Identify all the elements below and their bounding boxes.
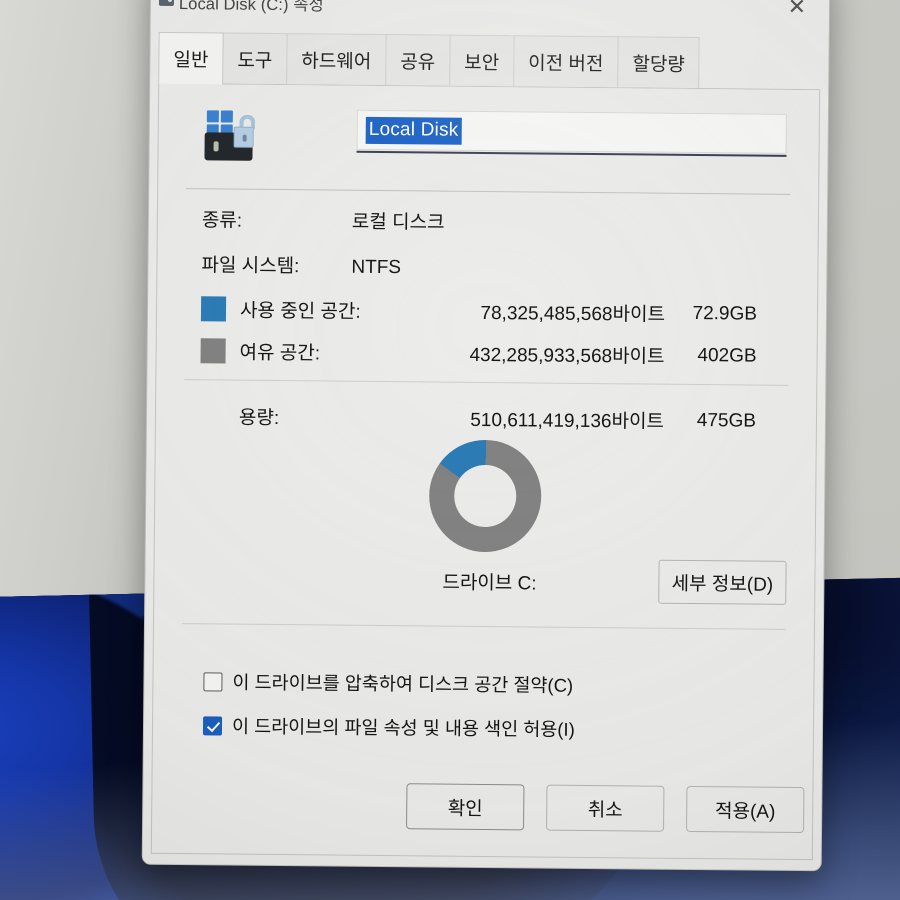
separator-top <box>186 188 791 195</box>
info-value-filesystem: NTFS <box>351 256 402 279</box>
bitlocker-unlocked-windows-drive-icon <box>202 110 265 169</box>
used-space-bytes: 78,325,485,568바이트 <box>480 302 666 326</box>
options-checkbox-list: 이 드라이브를 압축하여 디스크 공간 절약(C) 이 드라이브의 파일 속성 … <box>179 668 788 744</box>
volume-name-row: Local Disk <box>184 84 793 174</box>
desktop-left-panel <box>0 0 150 640</box>
free-space-bytes: 432,285,933,568바이트 <box>469 344 665 368</box>
tab-previous-versions[interactable]: 이전 버전 <box>512 35 619 88</box>
space-row-free: 여유 공간: 432,285,933,568바이트 402GB <box>200 337 790 370</box>
separator-capacity <box>184 379 789 386</box>
info-row-type: 종류: 로컬 디스크 <box>202 205 792 238</box>
dialog-footer: 확인 취소 적용(A) <box>152 781 812 834</box>
tab-strip: 일반 도구 하드웨어 공유 보안 이전 버전 할당량 <box>158 31 821 91</box>
capacity-label: 용량: <box>238 407 280 430</box>
close-icon[interactable]: ✕ <box>775 0 819 24</box>
drive-title-icon <box>158 0 175 6</box>
allow-indexing-label: 이 드라이브의 파일 속성 및 내용 색인 허용(I) <box>231 715 575 740</box>
capacity-readable: 475GB <box>696 409 757 432</box>
drive-letter-label: 드라이브 C: <box>442 572 537 594</box>
drive-properties-dialog: Local Disk (C:) 속성 ✕ 일반 도구 하드웨어 공유 보안 이전… <box>141 0 831 872</box>
compress-drive-checkbox[interactable] <box>203 671 223 691</box>
space-usage-list: 사용 중인 공간: 78,325,485,568바이트 72.9GB 여유 공간… <box>182 295 791 370</box>
tab-quota[interactable]: 할당량 <box>617 36 701 89</box>
info-label-type: 종류: <box>201 210 243 232</box>
checkbox-row-index[interactable]: 이 드라이브의 파일 속성 및 내용 색인 허용(I) <box>202 712 787 744</box>
tab-sharing[interactable]: 공유 <box>385 34 451 86</box>
tab-general[interactable]: 일반 <box>158 31 224 84</box>
info-label-filesystem: 파일 시스템: <box>201 255 300 278</box>
allow-indexing-checkbox[interactable] <box>202 715 223 735</box>
used-space-label: 사용 중인 공간: <box>239 300 361 323</box>
drive-footer-row: 드라이브 C: 세부 정보(D) <box>180 555 788 607</box>
general-tab-pane: Local Disk 종류: 로컬 디스크 파일 시스템: NTFS 사용 중인… <box>150 83 821 861</box>
donut-hole <box>453 464 517 528</box>
window-title: Local Disk (C:) 속성 <box>178 0 324 15</box>
free-space-swatch <box>200 338 226 364</box>
tab-hardware[interactable]: 하드웨어 <box>286 33 387 86</box>
info-value-type: 로컬 디스크 <box>351 211 445 234</box>
disk-info-list: 종류: 로컬 디스크 파일 시스템: NTFS <box>183 205 792 283</box>
space-row-used: 사용 중인 공간: 78,325,485,568바이트 72.9GB <box>200 295 791 328</box>
details-button[interactable]: 세부 정보(D) <box>658 559 787 605</box>
checkbox-row-compress[interactable]: 이 드라이브를 압축하여 디스크 공간 절약(C) <box>203 668 787 700</box>
separator-options <box>181 623 786 630</box>
used-space-swatch <box>200 296 227 322</box>
volume-label-field-wrapper: Local Disk <box>356 109 787 157</box>
free-space-readable: 402GB <box>697 344 757 367</box>
cancel-button[interactable]: 취소 <box>546 784 665 832</box>
unlocked-padlock-icon <box>233 114 259 149</box>
disk-usage-donut-chart <box>428 439 542 553</box>
disk-usage-chart-wrapper <box>181 437 790 555</box>
capacity-bytes: 510,611,419,136바이트 <box>470 409 665 433</box>
capacity-row: 용량: 510,611,419,136바이트 475GB <box>182 402 790 435</box>
compress-drive-label: 이 드라이브를 압축하여 디스크 공간 절약(C) <box>232 671 574 696</box>
tab-security[interactable]: 보안 <box>449 34 515 87</box>
info-row-filesystem: 파일 시스템: NTFS <box>201 250 791 283</box>
volume-label-value: Local Disk <box>365 116 462 145</box>
volume-label-input[interactable]: Local Disk <box>356 109 787 154</box>
used-space-readable: 72.9GB <box>692 302 758 325</box>
ok-button[interactable]: 확인 <box>406 783 525 831</box>
free-space-label: 여유 공간: <box>239 342 321 365</box>
tab-tools[interactable]: 도구 <box>222 32 288 85</box>
apply-button[interactable]: 적용(A) <box>686 785 805 834</box>
